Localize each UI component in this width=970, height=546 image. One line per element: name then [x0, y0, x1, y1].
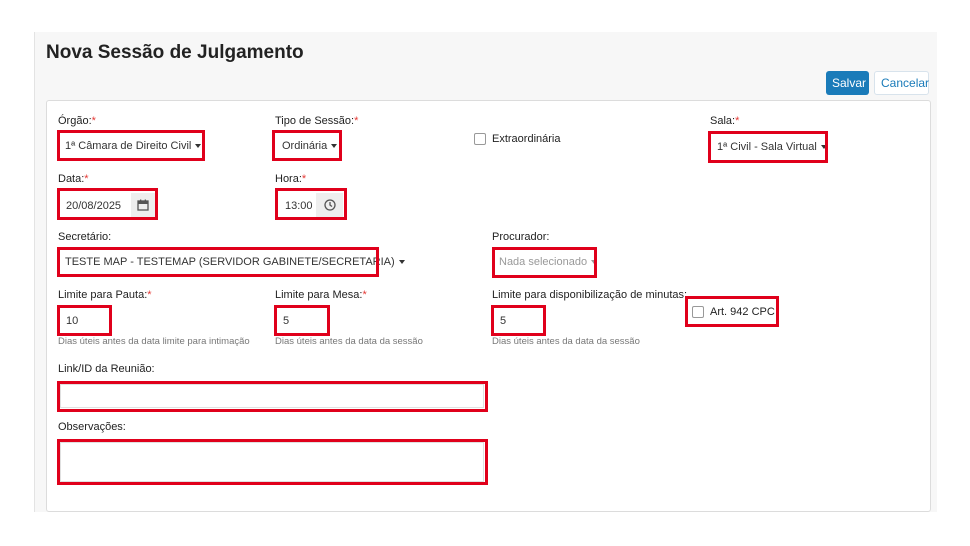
cancel-button[interactable]: Cancelar: [874, 71, 929, 95]
secretario-label: Secretário:: [58, 231, 112, 243]
extraordinaria-label: Extraordinária: [492, 133, 561, 145]
data-highlight: [57, 188, 158, 220]
procurador-highlight: [492, 247, 597, 278]
link-reuniao-highlight: [57, 381, 488, 412]
page-title: Nova Sessão de Julgamento: [46, 42, 304, 63]
sala-label: Sala:*: [710, 115, 740, 127]
orgao-label: Órgão:*: [58, 115, 96, 127]
hora-highlight: [275, 188, 347, 220]
orgao-highlight: [57, 130, 205, 161]
limite-minutas-label: Limite para disponibilização de minutas:: [492, 289, 688, 301]
limite-mesa-hint: Dias úteis antes da data da sessão: [275, 336, 423, 347]
observacoes-label: Observações:: [58, 421, 126, 433]
link-reuniao-label: Link/ID da Reunião:: [58, 363, 155, 375]
limite-minutas-hint: Dias úteis antes da data da sessão: [492, 336, 640, 347]
tipo-sessao-label: Tipo de Sessão:*: [275, 115, 359, 127]
data-label: Data:*: [58, 173, 89, 185]
sala-highlight: [708, 131, 828, 163]
secretario-highlight: [57, 247, 379, 277]
art942-highlight: [685, 296, 779, 327]
limite-pauta-hint: Dias úteis antes da data limite para int…: [58, 336, 250, 347]
tipo-sessao-highlight: [272, 130, 342, 161]
observacoes-highlight: [57, 439, 488, 485]
procurador-label: Procurador:: [492, 231, 550, 243]
chevron-down-icon: [398, 260, 405, 265]
limite-mesa-highlight: [274, 305, 330, 336]
save-button[interactable]: Salvar: [826, 71, 869, 95]
limite-pauta-highlight: [57, 305, 112, 336]
limite-minutas-highlight: [491, 305, 546, 336]
limite-pauta-label: Limite para Pauta:*: [58, 289, 152, 301]
extraordinaria-checkbox[interactable]: [474, 133, 486, 145]
limite-mesa-label: Limite para Mesa:*: [275, 289, 367, 301]
hora-label: Hora:*: [275, 173, 307, 185]
